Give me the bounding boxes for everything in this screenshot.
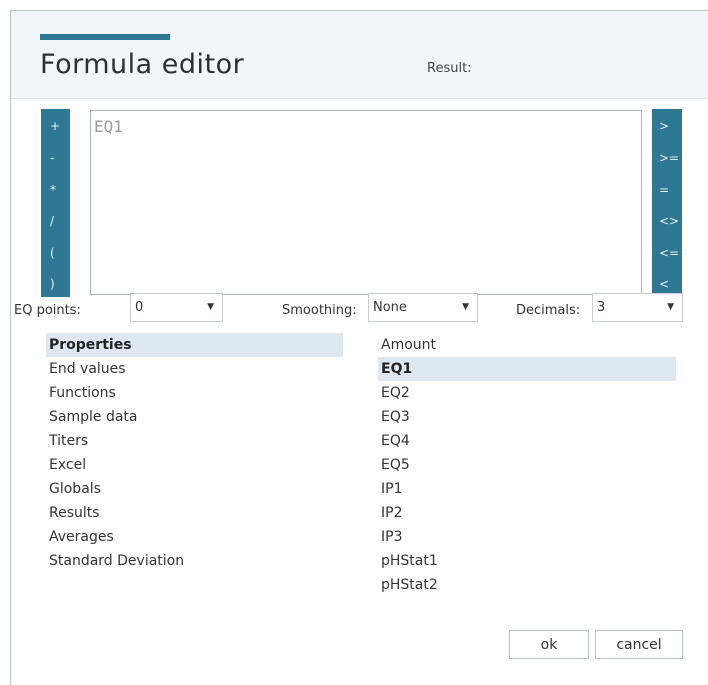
operator-close-paren-button[interactable]: )	[41, 273, 70, 295]
category-list-item[interactable]: Results	[46, 501, 343, 525]
operator-bar-left: + - * / ( )	[41, 109, 70, 297]
category-list-item[interactable]: Excel	[46, 453, 343, 477]
field-list-item[interactable]: EQ1	[378, 357, 676, 381]
ok-button[interactable]: ok	[509, 630, 589, 659]
category-list-item[interactable]: End values	[46, 357, 343, 381]
operator-divide-button[interactable]: /	[41, 210, 70, 232]
decimals-value: 3	[597, 300, 606, 315]
field-list-item[interactable]: EQ3	[378, 405, 676, 429]
cancel-button[interactable]: cancel	[595, 630, 683, 659]
operator-not-equal-button[interactable]: <>	[652, 210, 682, 232]
result-label: Result:	[427, 61, 472, 76]
category-list-item[interactable]: Standard Deviation	[46, 549, 343, 573]
operator-equal-button[interactable]: =	[652, 179, 682, 201]
chevron-down-icon: ▼	[667, 302, 674, 312]
operator-minus-button[interactable]: -	[41, 147, 70, 169]
field-list-item[interactable]: IP3	[378, 525, 676, 549]
category-list-item[interactable]: Titers	[46, 429, 343, 453]
field-list-item[interactable]: EQ4	[378, 429, 676, 453]
field-list-item[interactable]: IP2	[378, 501, 676, 525]
dialog-title: Formula editor	[40, 49, 245, 80]
category-list-item[interactable]: Averages	[46, 525, 343, 549]
field-list-item[interactable]: Amount	[378, 333, 676, 357]
operator-open-paren-button[interactable]: (	[41, 242, 70, 264]
eq-points-select[interactable]: 0 ▼	[130, 293, 223, 322]
eq-points-value: 0	[135, 300, 144, 315]
operator-greater-button[interactable]: >	[652, 115, 682, 137]
smoothing-select[interactable]: None ▼	[368, 293, 478, 322]
field-list-item[interactable]: pHStat2	[378, 573, 676, 597]
category-list-item[interactable]: Sample data	[46, 405, 343, 429]
title-accent-bar	[40, 34, 170, 40]
formula-input[interactable]	[90, 110, 642, 295]
category-list-item[interactable]: Properties	[46, 333, 343, 357]
chevron-down-icon: ▼	[207, 302, 214, 312]
operator-less-button[interactable]: <	[652, 273, 682, 295]
operator-plus-button[interactable]: +	[41, 115, 70, 137]
field-list: Amount EQ1 EQ2 EQ3 EQ4 EQ5 IP1 IP2 IP3 pHStat1 pHS…	[378, 333, 676, 597]
category-list: Properties End values Functions Sample data…	[46, 333, 343, 573]
smoothing-value: None	[373, 300, 407, 315]
field-list-item[interactable]: IP1	[378, 477, 676, 501]
chevron-down-icon: ▼	[462, 302, 469, 312]
category-list-item[interactable]: Globals	[46, 477, 343, 501]
field-list-item[interactable]: pHStat1	[378, 549, 676, 573]
field-list-item[interactable]: EQ5	[378, 453, 676, 477]
dialog-header: Formula editor Result:	[11, 11, 708, 99]
operator-greater-equal-button[interactable]: >=	[652, 147, 682, 169]
operator-less-equal-button[interactable]: <=	[652, 242, 682, 264]
formula-editor-dialog: Formula editor Result: + - * / ( ) > >= …	[10, 10, 708, 685]
decimals-select[interactable]: 3 ▼	[592, 293, 683, 322]
eq-points-label: EQ points:	[14, 303, 81, 318]
field-list-item[interactable]: EQ2	[378, 381, 676, 405]
operator-bar-right: > >= = <> <= <	[652, 109, 682, 297]
decimals-label: Decimals:	[516, 303, 581, 318]
category-list-item[interactable]: Functions	[46, 381, 343, 405]
operator-multiply-button[interactable]: *	[41, 179, 70, 201]
smoothing-label: Smoothing:	[282, 303, 357, 318]
